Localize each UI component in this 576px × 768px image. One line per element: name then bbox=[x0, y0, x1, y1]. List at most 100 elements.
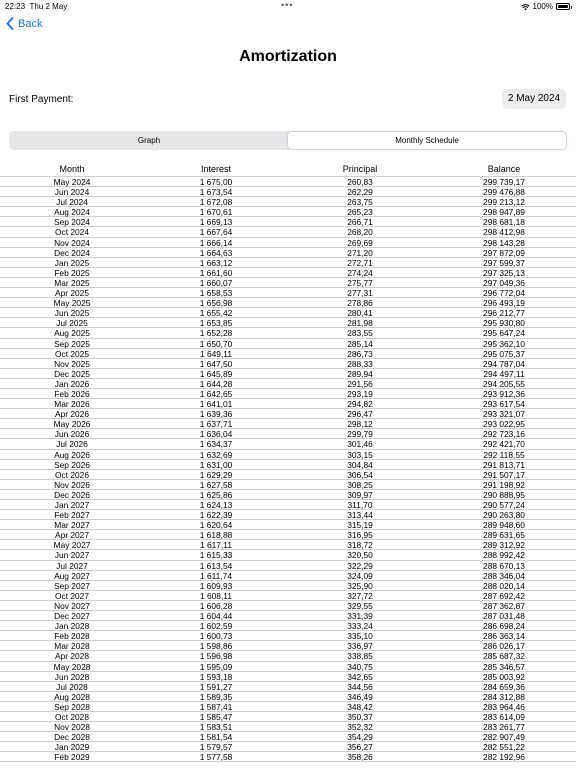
cell-interest: 1 634,37 bbox=[199, 439, 233, 450]
tab-graph[interactable]: Graph bbox=[10, 132, 288, 149]
cell-interest: 1 629,29 bbox=[199, 469, 233, 480]
table-row: Dec 2024 1 664,63 271,20 297 872,09 bbox=[0, 248, 576, 258]
cell-balance: 289 312,92 bbox=[483, 540, 525, 551]
cell-month: Sep 2028 bbox=[54, 701, 90, 712]
cell-interest: 1 622,39 bbox=[199, 510, 233, 521]
table-row: Aug 2026 1 632,69 303,15 292 118,55 bbox=[0, 450, 576, 460]
first-payment-date-picker[interactable]: 2 May 2024 bbox=[502, 89, 566, 109]
cell-balance: 298 947,89 bbox=[483, 207, 525, 218]
cell-principal: 352,32 bbox=[347, 722, 373, 733]
table-row: Jul 2024 1 672,08 263,75 299 213,12 bbox=[0, 197, 576, 208]
table-row: Mar 2026 1 641,01 294,82 293 617,54 bbox=[0, 399, 576, 410]
table-row: Mar 2028 1 598,86 336,97 286 026,17 bbox=[0, 641, 576, 652]
table-row: Apr 2026 1 639,36 296,47 293 321,07 bbox=[0, 409, 576, 420]
table-row: Dec 2027 1 604,44 331,39 287 031,48 bbox=[0, 611, 576, 622]
cell-month: May 2026 bbox=[53, 419, 91, 430]
cell-month: Nov 2028 bbox=[54, 722, 90, 733]
cell-principal: 299,79 bbox=[347, 429, 373, 440]
cell-balance: 298 681,18 bbox=[483, 217, 525, 228]
table-row: Aug 2027 1 611,74 324,09 288 346,04 bbox=[0, 571, 576, 581]
cell-principal: 271,20 bbox=[347, 247, 373, 258]
cell-principal: 331,39 bbox=[347, 611, 373, 622]
table-row: Jun 2025 1 655,42 280,41 296 212,77 bbox=[0, 308, 576, 319]
cell-balance: 287 031,48 bbox=[483, 611, 525, 622]
cell-principal: 318,72 bbox=[347, 540, 373, 551]
table-row: Oct 2025 1 649,11 286,73 295 075,37 bbox=[0, 349, 576, 359]
cell-interest: 1 577,58 bbox=[199, 752, 233, 763]
cell-month: May 2024 bbox=[53, 177, 91, 187]
cell-balance: 299 476,88 bbox=[483, 187, 525, 198]
cell-principal: 308,25 bbox=[347, 479, 373, 490]
table-row: May 2026 1 637,71 298,12 293 022,95 bbox=[0, 419, 576, 430]
cell-principal: 263,75 bbox=[347, 197, 373, 208]
table-row: Oct 2027 1 608,11 327,72 287 692,42 bbox=[0, 591, 576, 601]
cell-month: Nov 2026 bbox=[54, 479, 90, 490]
cell-principal: 293,19 bbox=[347, 388, 373, 399]
cell-month: Nov 2025 bbox=[54, 358, 90, 369]
table-row: Aug 2024 1 670,61 265,23 298 947,89 bbox=[0, 207, 576, 218]
cell-month: Mar 2028 bbox=[54, 641, 90, 652]
cell-principal: 342,65 bbox=[347, 671, 373, 682]
cell-balance: 296 772,04 bbox=[483, 288, 525, 299]
table-row: Jun 2028 1 593,18 342,65 285 003,92 bbox=[0, 672, 576, 682]
cell-interest: 1 636,04 bbox=[199, 429, 233, 440]
cell-interest: 1 641,01 bbox=[199, 399, 233, 410]
cell-interest: 1 595,09 bbox=[199, 661, 233, 672]
cell-principal: 286,73 bbox=[347, 348, 373, 359]
table-row: Jun 2027 1 615,33 320,50 288 992,42 bbox=[0, 550, 576, 561]
cell-balance: 285 003,92 bbox=[483, 671, 525, 682]
battery-icon bbox=[556, 3, 572, 10]
cell-balance: 282 192,96 bbox=[483, 752, 525, 763]
cell-month: Sep 2024 bbox=[54, 217, 90, 228]
cell-principal: 298,12 bbox=[347, 419, 373, 430]
cell-interest: 1 667,64 bbox=[199, 227, 233, 238]
schedule-table[interactable]: May 2024 1 675,00 260,83 299 739,17 Jun 2024… bbox=[0, 177, 576, 763]
table-row: Oct 2028 1 585,47 350,37 283 614,09 bbox=[0, 711, 576, 723]
cell-balance: 283 964,46 bbox=[483, 701, 525, 712]
cell-interest: 1 666,14 bbox=[199, 237, 233, 248]
cell-month: Jul 2028 bbox=[56, 681, 88, 692]
cell-interest: 1 624,13 bbox=[199, 500, 233, 510]
status-right: 100% bbox=[520, 2, 572, 11]
cell-interest: 1 644,28 bbox=[199, 378, 233, 389]
back-button[interactable]: Back bbox=[6, 17, 42, 30]
table-row: Mar 2025 1 660,07 275,77 297 049,36 bbox=[0, 277, 576, 289]
cell-interest: 1 596,98 bbox=[199, 651, 233, 662]
cell-principal: 285,14 bbox=[347, 338, 373, 349]
cell-balance: 289 948,60 bbox=[483, 520, 525, 531]
cell-month: Jul 2026 bbox=[56, 439, 88, 450]
multitasking-dots-icon[interactable]: ••• bbox=[281, 0, 293, 10]
cell-interest: 1 656,98 bbox=[199, 298, 233, 309]
table-row: Dec 2025 1 645,89 289,94 294 497,11 bbox=[0, 369, 576, 379]
cell-principal: 338,85 bbox=[347, 651, 373, 662]
cell-interest: 1 617,11 bbox=[200, 540, 232, 551]
table-row: Feb 2027 1 622,39 313,44 290 263,80 bbox=[0, 510, 576, 521]
cell-interest: 1 647,50 bbox=[199, 358, 233, 369]
cell-principal: 260,83 bbox=[347, 177, 373, 187]
cell-interest: 1 660,07 bbox=[199, 277, 233, 288]
table-row: May 2028 1 595,09 340,75 285 346,57 bbox=[0, 662, 576, 672]
table-row: Nov 2026 1 627,58 308,25 291 198,92 bbox=[0, 480, 576, 490]
tab-monthly-schedule[interactable]: Monthly Schedule bbox=[288, 132, 566, 149]
cell-balance: 297 049,36 bbox=[483, 277, 525, 288]
table-row: Sep 2025 1 650,70 285,14 295 362,10 bbox=[0, 339, 576, 349]
cell-month: Jan 2028 bbox=[54, 621, 90, 632]
cell-interest: 1 581,54 bbox=[199, 732, 233, 743]
cell-interest: 1 593,18 bbox=[199, 671, 233, 682]
cell-interest: 1 583,51 bbox=[199, 722, 233, 733]
header-month: Month bbox=[59, 164, 85, 174]
table-row: Sep 2028 1 587,41 348,42 283 964,46 bbox=[0, 702, 576, 712]
cell-balance: 283 614,09 bbox=[483, 711, 525, 722]
cell-month: Jan 2027 bbox=[54, 500, 90, 510]
cell-month: Feb 2027 bbox=[54, 510, 90, 521]
cell-interest: 1 598,86 bbox=[199, 641, 233, 652]
cell-interest: 1 615,33 bbox=[199, 550, 233, 561]
table-row: Aug 2028 1 589,35 346,49 284 312,88 bbox=[0, 692, 576, 702]
cell-month: Dec 2027 bbox=[54, 611, 90, 622]
cell-balance: 285 687,32 bbox=[483, 651, 525, 662]
cell-balance: 290 577,24 bbox=[483, 500, 525, 510]
table-row: May 2027 1 617,11 318,72 289 312,92 bbox=[0, 540, 576, 551]
table-row: Aug 2025 1 652,28 283,55 295 647,24 bbox=[0, 328, 576, 339]
cell-interest: 1 675,00 bbox=[199, 177, 233, 187]
cell-balance: 291 813,71 bbox=[483, 459, 525, 470]
